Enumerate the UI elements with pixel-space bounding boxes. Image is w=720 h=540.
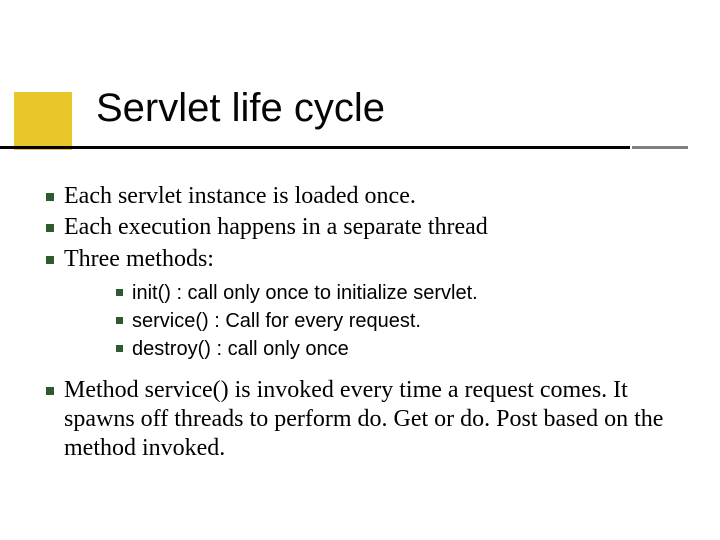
sub-bullet-item: init() : call only once to initialize se… [106, 280, 684, 306]
square-bullet-icon [106, 289, 132, 296]
sub-bullet-list: init() : call only once to initialize se… [106, 280, 684, 362]
bullet-text: Each execution happens in a separate thr… [64, 213, 684, 242]
square-bullet-icon [106, 317, 132, 324]
title-underline-tail [632, 146, 688, 149]
bullet-text: Three methods: [64, 245, 684, 274]
title-block: Servlet life cycle [0, 86, 720, 166]
sub-bullet-text: service() : Call for every request. [132, 308, 684, 334]
bullet-item: Each servlet instance is loaded once. [36, 182, 684, 211]
title-accent-square [14, 92, 72, 150]
bullet-item: Three methods: [36, 245, 684, 274]
sub-bullet-text: destroy() : call only once [132, 336, 684, 362]
slide-title: Servlet life cycle [96, 86, 385, 131]
square-bullet-icon [106, 345, 132, 352]
title-underline [0, 146, 630, 149]
sub-bullet-item: destroy() : call only once [106, 336, 684, 362]
sub-bullet-text: init() : call only once to initialize se… [132, 280, 684, 306]
square-bullet-icon [36, 224, 64, 232]
sub-bullet-item: service() : Call for every request. [106, 308, 684, 334]
square-bullet-icon [36, 387, 64, 395]
square-bullet-icon [36, 256, 64, 264]
bullet-text: Method service() is invoked every time a… [64, 376, 684, 464]
bullet-text: Each servlet instance is loaded once. [64, 182, 684, 211]
bullet-item: Method service() is invoked every time a… [36, 376, 684, 464]
bullet-item: Each execution happens in a separate thr… [36, 213, 684, 242]
square-bullet-icon [36, 193, 64, 201]
slide: Servlet life cycle Each servlet instance… [0, 0, 720, 540]
slide-content: Each servlet instance is loaded once. Ea… [36, 182, 684, 466]
